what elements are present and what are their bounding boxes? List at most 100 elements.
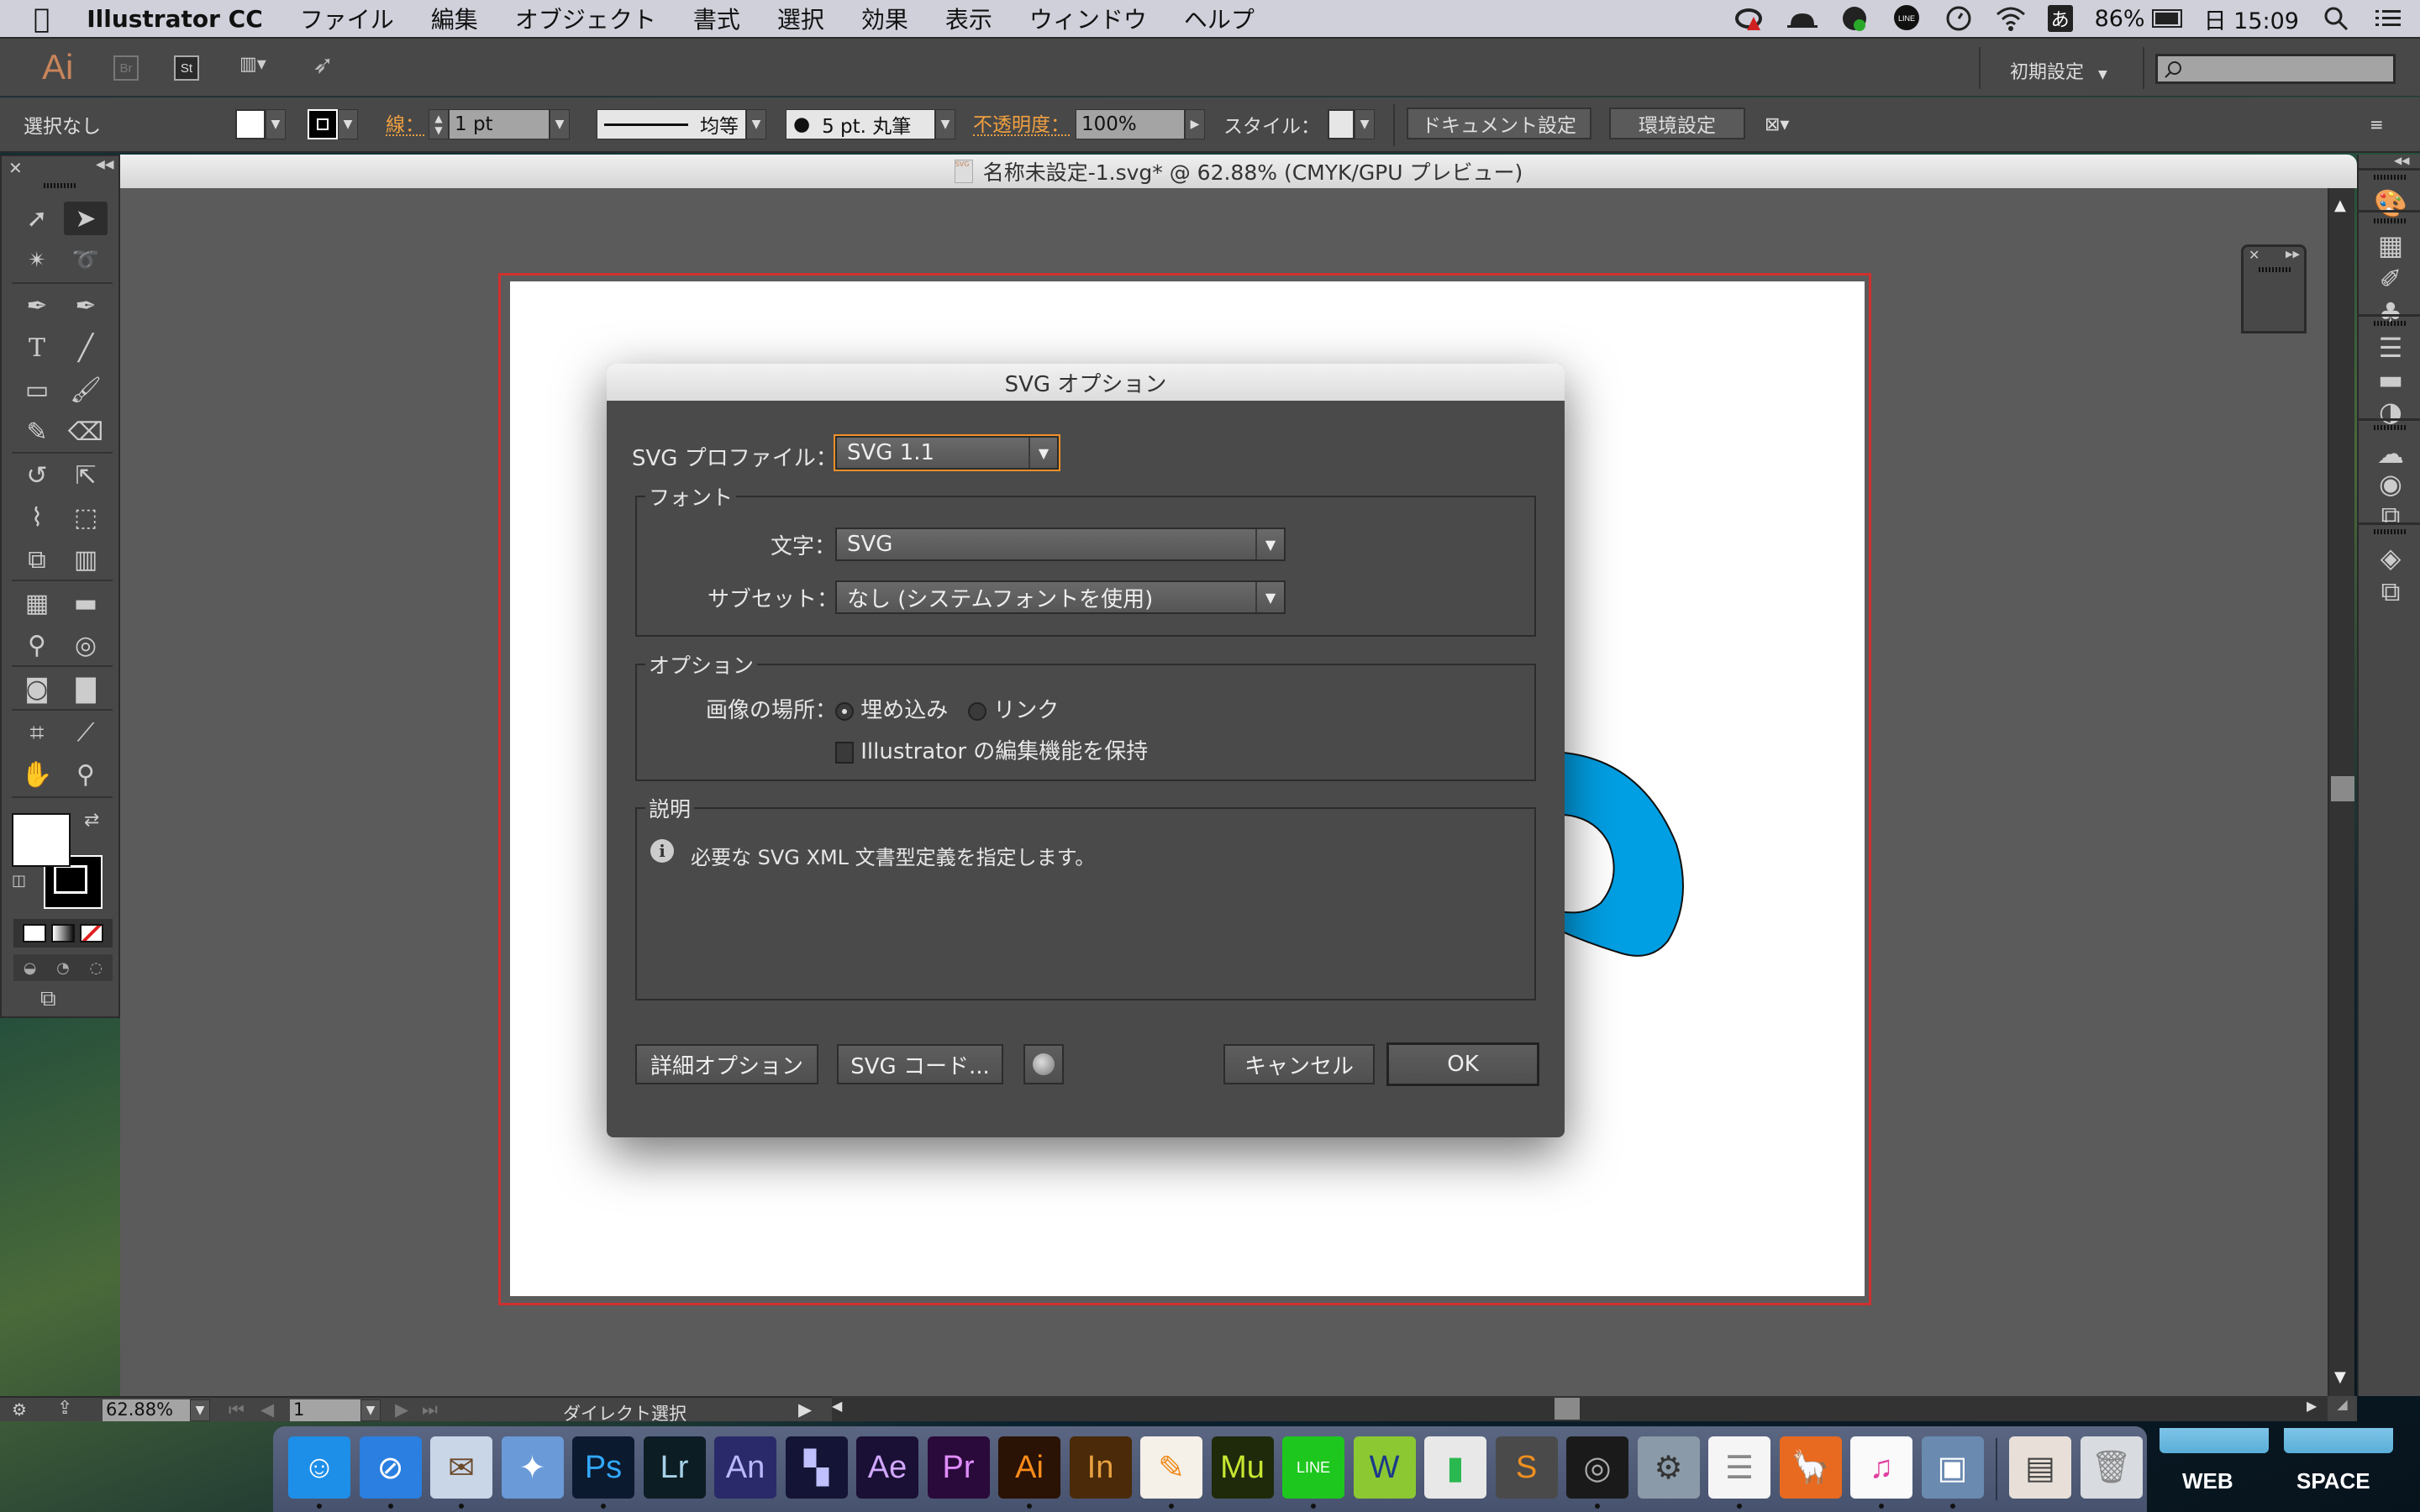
gpu-status-icon[interactable]: ⚙ — [12, 1399, 27, 1420]
draw-inside-icon[interactable]: ◌ — [89, 959, 103, 977]
eject-icon[interactable] — [1786, 3, 1818, 34]
artboard-number-input[interactable]: 1 — [290, 1399, 360, 1421]
slice-tool-icon[interactable]: ⟋ — [64, 716, 108, 749]
blue-artwork-shape[interactable] — [1546, 752, 1697, 962]
stroke-color-control[interactable]: ▼ — [308, 108, 358, 141]
color-mode-button[interactable] — [23, 924, 46, 942]
panel-grip[interactable] — [2374, 529, 2406, 534]
color-guide-icon[interactable] — [2262, 279, 2291, 307]
dock-app-itunes[interactable]: ♫ — [1850, 1436, 1912, 1499]
menu-select[interactable]: 選択 — [777, 2, 824, 35]
previous-artboard-icon[interactable]: ◀ — [260, 1399, 274, 1420]
link-radio[interactable]: リンク — [968, 693, 1059, 724]
menu-type[interactable]: 書式 — [693, 2, 740, 35]
chevron-down-icon[interactable]: ▼ — [338, 109, 358, 139]
scroll-thumb[interactable] — [1555, 1398, 1580, 1420]
dock-app-animate[interactable]: An — [714, 1436, 776, 1499]
chevron-down-icon[interactable]: ▼ — [550, 109, 570, 139]
zoom-level-input[interactable]: 62.88% — [103, 1399, 190, 1421]
dock-app-trash[interactable]: 🗑 — [2080, 1436, 2143, 1499]
stroke-panel-icon[interactable]: ☰ — [2372, 331, 2409, 365]
checkbox[interactable] — [835, 741, 854, 764]
collapse-icon[interactable]: ◀◀ — [96, 158, 114, 171]
close-icon[interactable]: ✕ — [8, 158, 23, 178]
dock-app-sublime-text[interactable]: S — [1495, 1436, 1558, 1499]
horizontal-scrollbar[interactable]: ◀ ▶ — [832, 1396, 2328, 1421]
clock-text[interactable]: 日 15:09 — [2204, 3, 2299, 35]
svg-profile-select[interactable]: SVG 1.1 ▼ — [835, 436, 1059, 470]
swap-colors-icon[interactable]: ⇄ — [84, 810, 99, 831]
spotlight-icon[interactable] — [2321, 3, 2351, 34]
layers-icon[interactable]: ◈ — [2372, 541, 2409, 575]
line-icon[interactable]: LINE — [1891, 3, 1922, 34]
swatches-icon[interactable]: ▦ — [2372, 228, 2409, 262]
stroke-panel-link[interactable]: 線： — [386, 111, 424, 136]
draw-normal-icon[interactable]: ◒ — [24, 959, 37, 977]
cancel-button[interactable]: キャンセル — [1223, 1044, 1375, 1084]
perspective-grid-tool-icon[interactable]: ▥ — [64, 543, 108, 576]
direct-selection-tool-icon[interactable]: ➤ — [64, 202, 108, 235]
none-mode-button[interactable] — [80, 924, 103, 942]
dock-app-muse[interactable]: Mu — [1211, 1436, 1274, 1499]
chevron-down-icon[interactable]: ▼ — [935, 109, 955, 139]
web-preview-button[interactable] — [1023, 1044, 1064, 1084]
line-segment-tool-icon[interactable]: ╱ — [64, 331, 108, 365]
lasso-tool-icon[interactable]: ➰ — [64, 244, 108, 277]
menu-window[interactable]: ウィンドウ — [1029, 2, 1147, 35]
svg-code-button[interactable]: SVG コード... — [837, 1044, 1003, 1084]
rectangle-tool-icon[interactable]: ▭ — [15, 373, 59, 407]
menu-app-name[interactable]: Illustrator CC — [87, 5, 263, 33]
close-icon[interactable]: ✕ — [2249, 247, 2260, 263]
stroke-weight-input[interactable]: 1 pt — [449, 109, 550, 139]
free-transform-tool-icon[interactable]: ⬚ — [64, 501, 108, 534]
dock-app-alpaca[interactable]: 🦙 — [1779, 1436, 1842, 1499]
document-setup-button[interactable]: ドキュメント設定 — [1407, 108, 1591, 139]
apple-menu-icon[interactable]:  — [34, 3, 50, 34]
preserve-editing-checkbox[interactable]: Illustrator の編集機能を保持 — [835, 734, 1148, 765]
workspace-switcher[interactable]: 初期設定 ▼ — [2010, 57, 2107, 84]
dock-app-illustrator[interactable]: Ai — [998, 1436, 1060, 1499]
dock-app-preview[interactable]: ▣ — [1921, 1436, 1984, 1499]
dock-app-line[interactable]: LINE — [1282, 1436, 1344, 1499]
status-menu-arrow-icon[interactable]: ▶ — [798, 1399, 812, 1420]
bridge-button[interactable]: Br — [113, 55, 139, 81]
scroll-down-icon[interactable]: ▼ — [2334, 1368, 2346, 1386]
first-artboard-icon[interactable]: ⏮ — [229, 1399, 245, 1420]
dock-app-downloads[interactable]: ▤ — [2009, 1436, 2071, 1499]
time-machine-sync-icon[interactable] — [1839, 3, 1870, 34]
dock-app-photoshop[interactable]: Ps — [572, 1436, 634, 1499]
transparency-panel-icon[interactable]: ◑ — [2372, 395, 2409, 428]
scroll-right-icon[interactable]: ▶ — [2307, 1398, 2317, 1414]
stock-button[interactable]: St — [174, 55, 199, 81]
color-palette-icon[interactable]: 🎨 — [2372, 186, 2409, 220]
radio-button[interactable] — [968, 701, 986, 721]
gpu-performance-icon[interactable]: ➶ — [313, 50, 334, 80]
dock-app-finder[interactable]: ☺ — [288, 1436, 350, 1499]
menu-edit[interactable]: 編集 — [431, 2, 478, 35]
gradient-tool-icon[interactable]: ▬ — [64, 586, 108, 620]
fill-color-swatch[interactable] — [12, 813, 71, 867]
desktop-folder-web[interactable] — [2160, 1428, 2269, 1453]
creative-cloud-alert-icon[interactable] — [1734, 3, 1765, 34]
panel-grip[interactable] — [2374, 218, 2406, 223]
draw-behind-icon[interactable]: ◔ — [56, 959, 70, 977]
collapse-icon[interactable]: ◀◀ — [2394, 155, 2409, 166]
menu-view[interactable]: 表示 — [945, 2, 992, 35]
dock-app-pages[interactable]: ✎ — [1140, 1436, 1202, 1499]
opacity-control[interactable]: 100% ▶ — [1076, 108, 1205, 141]
menu-effect[interactable]: 効果 — [861, 2, 908, 35]
type-tool-icon[interactable]: T — [15, 331, 59, 365]
style-swatch[interactable] — [1328, 109, 1355, 139]
dock-app-after-effects[interactable]: Ae — [856, 1436, 918, 1499]
share-icon[interactable]: ⇪ — [57, 1398, 72, 1419]
radio-button[interactable] — [835, 701, 854, 721]
panel-menu-icon[interactable]: ≡ — [2370, 108, 2384, 141]
chevron-down-icon[interactable]: ▼ — [360, 1399, 381, 1421]
input-method-icon[interactable]: あ — [2047, 5, 2073, 32]
dock-app-system-preferences[interactable]: ⚙ — [1637, 1436, 1700, 1499]
expand-icon[interactable]: ▶▶ — [2286, 249, 2300, 260]
zoom-tool-icon[interactable]: ⚲ — [64, 758, 108, 791]
chevron-down-icon[interactable]: ▼ — [746, 109, 766, 139]
fill-color-control[interactable]: ▼ — [235, 108, 286, 141]
gradient-mode-button[interactable] — [51, 924, 75, 942]
